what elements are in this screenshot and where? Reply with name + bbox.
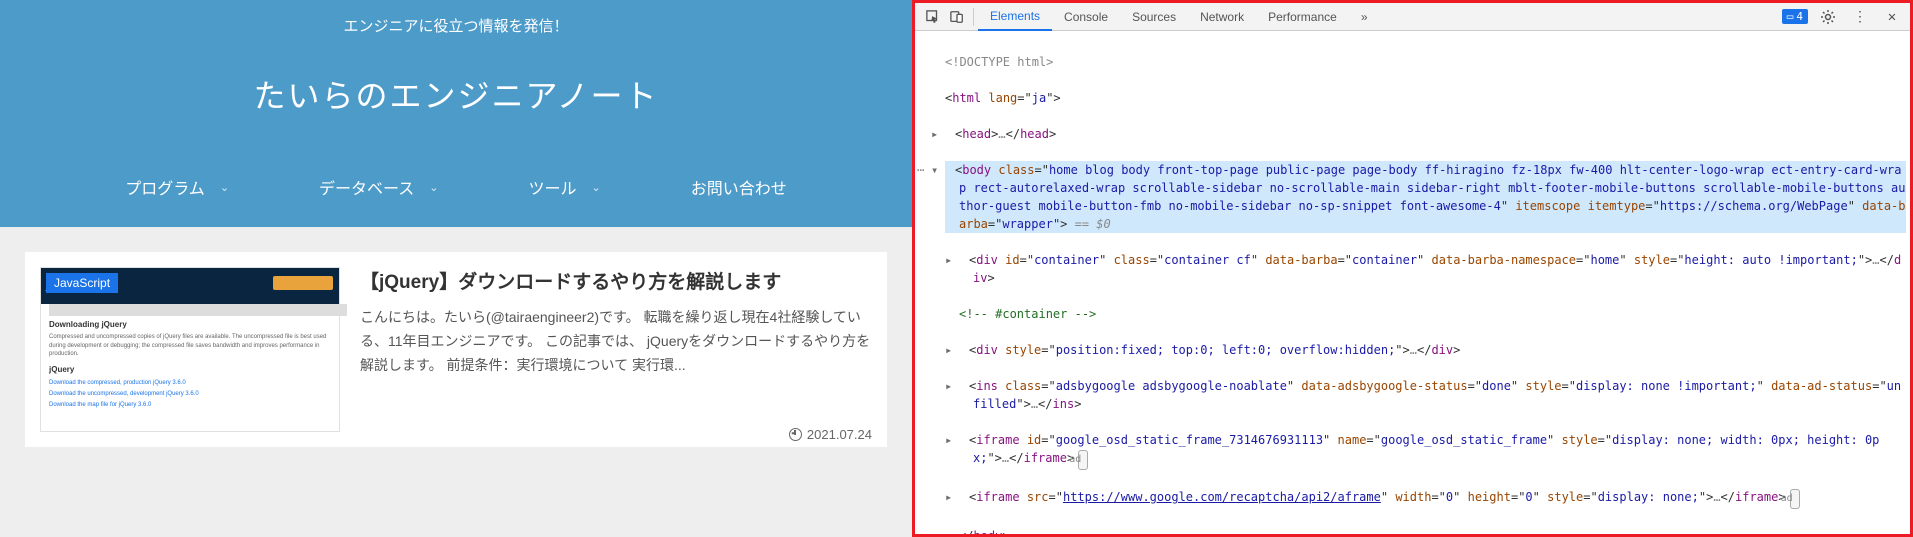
expand-toggle-icon[interactable]: ▸ bbox=[959, 251, 969, 269]
site-header: エンジニアに役立つ情報を発信！ たいらのエンジニアノート プログラム⌄ データベ… bbox=[0, 0, 912, 227]
dom-node[interactable]: ▸<div style="position:fixed; top:0; left… bbox=[959, 341, 1906, 359]
dom-tree[interactable]: <!DOCTYPE html> <html lang="ja"> ▸<head>… bbox=[915, 31, 1910, 534]
tab-console[interactable]: Console bbox=[1052, 4, 1120, 30]
category-badge[interactable]: JavaScript bbox=[46, 273, 118, 293]
expand-toggle-icon[interactable]: ▸ bbox=[959, 377, 969, 395]
chevron-down-icon: ⌄ bbox=[220, 181, 229, 194]
article-card[interactable]: JavaScript jQuery Downloading jQuery Com… bbox=[25, 252, 887, 447]
dom-node-selected[interactable]: ⋯▾<body class="home blog body front-top-… bbox=[945, 161, 1906, 233]
article-title: 【jQuery】ダウンロードするやり方を解説します bbox=[360, 267, 872, 294]
content-area: JavaScript jQuery Downloading jQuery Com… bbox=[0, 227, 912, 472]
article-body: 【jQuery】ダウンロードするやり方を解説します こんにちは。たいら(@tai… bbox=[360, 267, 872, 432]
inspect-element-icon[interactable] bbox=[925, 9, 941, 25]
close-icon[interactable]: ✕ bbox=[1884, 9, 1900, 25]
dom-node[interactable]: ▸<div id="container" class="container cf… bbox=[959, 251, 1906, 287]
dom-node[interactable]: <!DOCTYPE html> bbox=[945, 53, 1906, 71]
expand-toggle-icon[interactable]: ▸ bbox=[959, 431, 969, 449]
tab-sources[interactable]: Sources bbox=[1120, 4, 1188, 30]
dom-node[interactable]: ▸<ins class="adsbygoogle adsbygoogle-noa… bbox=[959, 377, 1906, 413]
message-count-badge[interactable]: ▭ 4 bbox=[1782, 9, 1808, 24]
ad-badge: ad bbox=[1790, 489, 1800, 509]
nav-item-tool[interactable]: ツール⌄ bbox=[483, 167, 645, 207]
clock-icon bbox=[789, 428, 802, 441]
site-title[interactable]: たいらのエンジニアノート bbox=[0, 71, 912, 117]
article-thumbnail: JavaScript jQuery Downloading jQuery Com… bbox=[40, 267, 340, 432]
expand-toggle-icon[interactable]: ▸ bbox=[945, 125, 955, 143]
dom-node[interactable]: </body> bbox=[959, 527, 1906, 534]
dom-node[interactable]: ▸<iframe src="https://www.google.com/rec… bbox=[959, 488, 1906, 509]
tabs-overflow[interactable]: » bbox=[1349, 4, 1380, 30]
nav-item-database[interactable]: データベース⌄ bbox=[274, 167, 483, 207]
tab-network[interactable]: Network bbox=[1188, 4, 1256, 30]
chevron-down-icon: ⌄ bbox=[591, 181, 600, 194]
dom-comment[interactable]: <!-- #container --> bbox=[959, 305, 1906, 323]
ad-badge: ad bbox=[1078, 450, 1088, 470]
devtools-panel: Elements Console Sources Network Perform… bbox=[912, 0, 1913, 537]
article-excerpt: こんにちは。たいら(@tairaengineer2)です。 転職を繰り返し現在4… bbox=[360, 306, 872, 377]
site-tagline: エンジニアに役立つ情報を発信！ bbox=[0, 15, 912, 36]
dom-node[interactable]: ▸<head>…</head> bbox=[945, 125, 1906, 143]
expand-toggle-icon[interactable]: ▸ bbox=[959, 341, 969, 359]
article-date: 2021.07.24 bbox=[789, 427, 872, 442]
collapse-toggle-icon[interactable]: ▾ bbox=[945, 161, 955, 179]
nav-item-contact[interactable]: お問い合わせ bbox=[646, 167, 832, 207]
dom-node[interactable]: ▸<iframe id="google_osd_static_frame_731… bbox=[959, 431, 1906, 470]
tab-elements[interactable]: Elements bbox=[978, 3, 1052, 31]
chevron-down-icon: ⌄ bbox=[429, 181, 438, 194]
kebab-menu-icon[interactable]: ⋮ bbox=[1852, 9, 1868, 25]
device-toggle-icon[interactable] bbox=[949, 9, 965, 25]
gear-icon[interactable] bbox=[1820, 9, 1836, 25]
expand-toggle-icon[interactable]: ▸ bbox=[959, 488, 969, 506]
dom-node[interactable]: <html lang="ja"> bbox=[945, 89, 1906, 107]
nav-item-program[interactable]: プログラム⌄ bbox=[80, 167, 274, 207]
devtools-tabbar: Elements Console Sources Network Perform… bbox=[915, 3, 1910, 31]
nav-menu: プログラム⌄ データベース⌄ ツール⌄ お問い合わせ bbox=[0, 167, 912, 207]
website-viewport: エンジニアに役立つ情報を発信！ たいらのエンジニアノート プログラム⌄ データベ… bbox=[0, 0, 912, 537]
tab-performance[interactable]: Performance bbox=[1256, 4, 1349, 30]
